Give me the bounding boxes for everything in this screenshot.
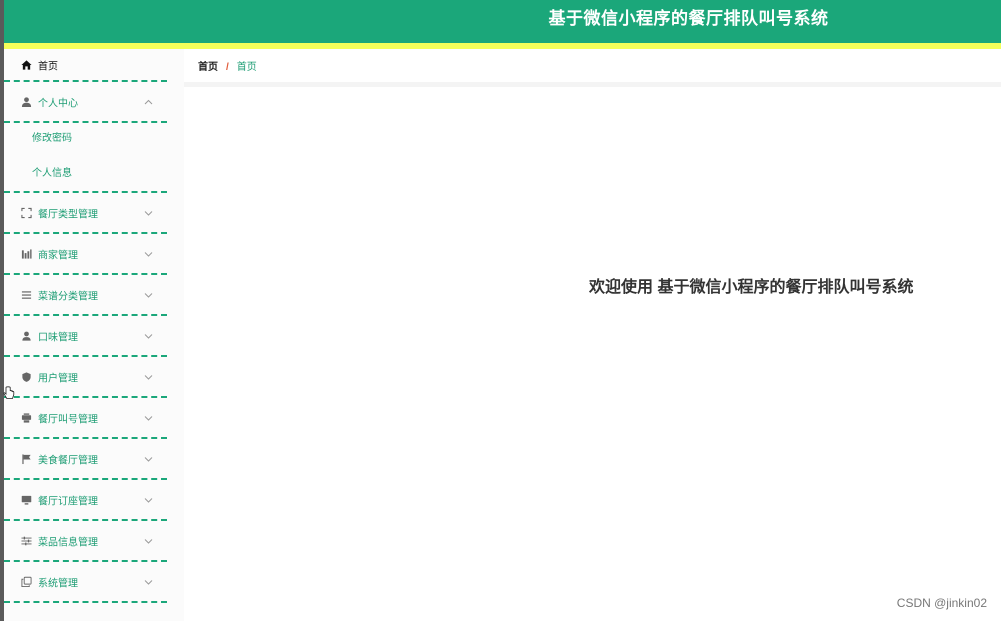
- sidebar-item-label: 系统管理: [38, 578, 78, 589]
- sidebar-item-home[interactable]: 首页: [4, 49, 167, 82]
- flag-icon: [21, 453, 32, 464]
- bar-chart-icon: [21, 248, 32, 259]
- chevron-down-icon: [144, 415, 153, 421]
- chevron-down-icon: [144, 538, 153, 544]
- breadcrumb: 首页 / 首页: [184, 49, 1001, 87]
- sidebar-item-label: 餐厅叫号管理: [38, 414, 98, 425]
- personal-submenu: 修改密码 个人信息: [4, 121, 167, 193]
- chevron-down-icon: [144, 456, 153, 462]
- sidebar-item-dish-info[interactable]: 菜品信息管理: [4, 521, 167, 562]
- home-icon: [21, 59, 32, 70]
- breadcrumb-home[interactable]: 首页: [198, 62, 218, 73]
- printer-icon: [21, 412, 32, 423]
- hand-cursor-icon: [3, 386, 15, 400]
- sidebar-item-personal[interactable]: 个人中心: [4, 82, 167, 123]
- sliders-icon: [21, 535, 32, 546]
- sidebar-item-label: 美食餐厅管理: [38, 455, 98, 466]
- chevron-down-icon: [144, 210, 153, 216]
- header-title: 基于微信小程序的餐厅排队叫号系统: [548, 9, 829, 28]
- welcome-message: 欢迎使用 基于微信小程序的餐厅排队叫号系统: [589, 279, 914, 296]
- chevron-down-icon: [144, 251, 153, 257]
- sidebar-item-queue-call[interactable]: 餐厅叫号管理: [4, 398, 167, 439]
- sidebar-item-food-restaurant[interactable]: 美食餐厅管理: [4, 439, 167, 480]
- sidebar-item-label: 个人中心: [38, 98, 78, 109]
- chevron-down-icon: [144, 374, 153, 380]
- sidebar-item-label: 首页: [38, 61, 58, 72]
- sidebar-item-flavor[interactable]: 口味管理: [4, 316, 167, 357]
- chevron-down-icon: [144, 497, 153, 503]
- person-icon: [21, 330, 32, 341]
- submenu-item-change-password[interactable]: 修改密码: [4, 121, 167, 156]
- chevron-up-icon: [144, 99, 153, 105]
- sidebar-item-restaurant-type[interactable]: 餐厅类型管理: [4, 193, 167, 234]
- submenu-item-profile[interactable]: 个人信息: [4, 156, 167, 191]
- sidebar-item-label: 菜品信息管理: [38, 537, 98, 548]
- sidebar-item-label: 餐厅订座管理: [38, 496, 98, 507]
- main-content: 首页 / 首页 欢迎使用 基于微信小程序的餐厅排队叫号系统: [184, 49, 1001, 621]
- watermark: CSDN @jinkin02: [896, 596, 987, 610]
- chevron-down-icon: [144, 333, 153, 339]
- sidebar-item-recipe-category[interactable]: 菜谱分类管理: [4, 275, 167, 316]
- chevron-down-icon: [144, 292, 153, 298]
- sidebar: 首页 个人中心 修改密码 个人信息 餐厅类型管理 商家管理 菜谱分类管理 口味管…: [4, 49, 167, 621]
- sidebar-item-reservation[interactable]: 餐厅订座管理: [4, 480, 167, 521]
- sidebar-item-label: 商家管理: [38, 250, 78, 261]
- fullscreen-icon: [21, 207, 32, 218]
- top-header: 基于微信小程序的餐厅排队叫号系统: [4, 0, 1001, 43]
- list-icon: [21, 289, 32, 300]
- sidebar-item-label: 用户管理: [38, 373, 78, 384]
- copy-icon: [21, 576, 32, 587]
- sidebar-item-label: 餐厅类型管理: [38, 209, 98, 220]
- sidebar-item-system[interactable]: 系统管理: [4, 562, 167, 603]
- breadcrumb-current: 首页: [236, 62, 257, 73]
- chevron-down-icon: [144, 579, 153, 585]
- breadcrumb-separator: /: [226, 62, 229, 73]
- sidebar-item-label: 口味管理: [38, 332, 78, 343]
- sidebar-item-user[interactable]: 用户管理: [4, 357, 167, 398]
- monitor-icon: [21, 494, 32, 505]
- shield-icon: [21, 371, 32, 382]
- sidebar-item-merchant[interactable]: 商家管理: [4, 234, 167, 275]
- user-icon: [21, 96, 32, 107]
- sidebar-item-label: 菜谱分类管理: [38, 291, 98, 302]
